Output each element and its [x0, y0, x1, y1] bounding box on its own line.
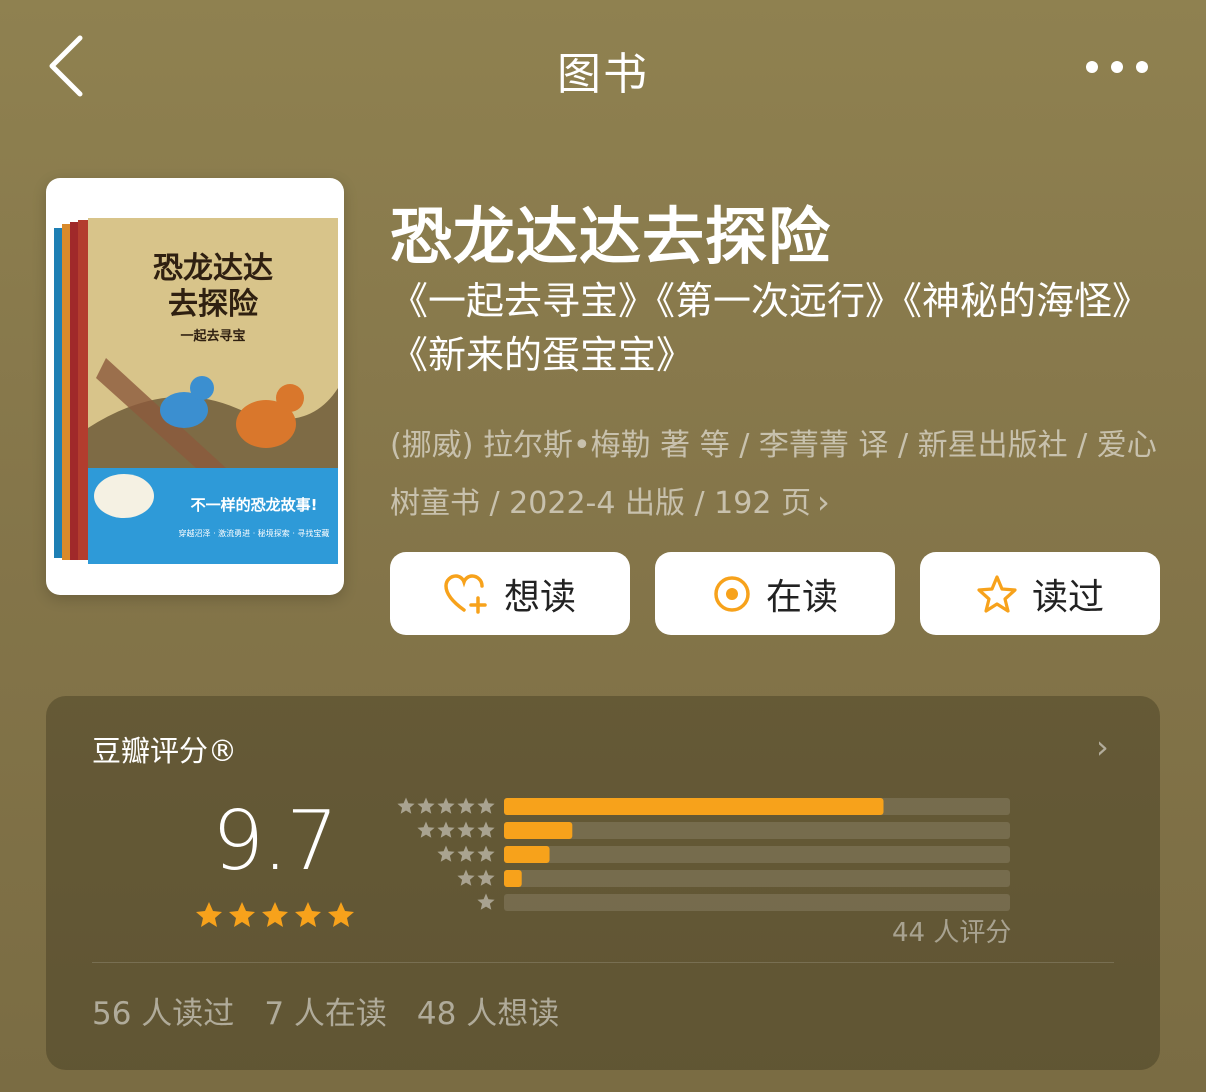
book-meta-text: (挪威) 拉尔斯•梅勒 著 等 / 李菁菁 译 / 新星出版社 / 爱心树童书 …	[390, 428, 1157, 521]
dist-bar-2-star	[504, 870, 522, 887]
reader-stats: 56 人读过 7 人在读 48 人想读	[92, 988, 559, 1033]
dist-star-icon	[437, 845, 455, 862]
nav-bar: 图书	[0, 0, 1206, 135]
page-title: 图书	[557, 49, 649, 100]
star-outline-icon	[977, 574, 1017, 613]
dist-star-icon	[437, 797, 455, 814]
cover-subtitle: 一起去寻宝	[180, 328, 245, 344]
have-read-button[interactable]: 读过	[920, 552, 1160, 635]
stat-reading: 7 人在读	[264, 996, 387, 1032]
stat-want: 48 人想读	[416, 996, 560, 1032]
book-cover[interactable]: 恐龙达达 去探险 一起去寻宝 不一样的恐龙故事! 穿越沼泽 · 激流勇进 · 秘…	[46, 178, 344, 595]
book-title: 恐龙达达去探险	[390, 200, 832, 273]
dist-bar-4-star	[504, 822, 573, 839]
reading-label: 在读	[765, 576, 838, 618]
want-to-read-label: 想读	[503, 576, 576, 618]
cover-title-line2: 去探险	[168, 287, 259, 322]
dist-star-icon	[457, 845, 475, 862]
dist-star-icon	[457, 869, 475, 886]
have-read-label: 读过	[1031, 576, 1104, 618]
dist-bar-track	[504, 870, 1010, 887]
dist-star-icon	[477, 845, 495, 862]
dist-star-icon	[417, 821, 435, 838]
dist-star-icon	[477, 821, 495, 838]
rating-count: 44 人评分	[892, 918, 1012, 948]
dist-star-icon	[477, 893, 495, 910]
dist-bar-5-star	[504, 798, 884, 815]
book-subtitle: 《一起去寻宝》《第一次远行》《神秘的海怪》《新来的蛋宝宝》	[390, 279, 1151, 377]
dist-bar-track	[504, 846, 1010, 863]
cover-tagline: 穿越沼泽 · 激流勇进 · 秘境探索 · 寻找宝藏	[179, 528, 330, 538]
dist-star-icon	[397, 797, 415, 814]
cover-banner: 不一样的恐龙故事!	[191, 496, 318, 514]
dist-star-icon	[457, 797, 475, 814]
reading-button[interactable]: 在读	[655, 552, 895, 635]
dist-bar-track	[504, 822, 1010, 839]
reading-target-icon	[714, 575, 750, 612]
dist-star-icon	[457, 821, 475, 838]
book-meta[interactable]: (挪威) 拉尔斯•梅勒 著 等 / 李菁菁 译 / 新星出版社 / 爱心树童书 …	[390, 418, 1180, 532]
dist-bar-track	[504, 894, 1010, 911]
dist-star-icon	[477, 869, 495, 886]
stat-read: 56 人读过	[92, 996, 235, 1032]
want-to-read-button[interactable]: 想读	[390, 552, 630, 635]
rating-card[interactable]: 豆瓣评分® › 9.7 44 人评分 56 人读过 7 人在读 48 人想读	[46, 696, 1160, 1070]
dist-star-icon	[417, 797, 435, 814]
cover-title-line1: 恐龙达达	[153, 251, 273, 286]
heart-plus-icon	[444, 573, 487, 614]
more-dots-icon	[1086, 61, 1148, 73]
more-button[interactable]	[1082, 56, 1152, 78]
chevron-right-icon: ›	[816, 483, 830, 521]
dist-bar-3-star	[504, 846, 550, 863]
divider	[92, 962, 1114, 963]
dist-star-icon	[437, 821, 455, 838]
dist-star-icon	[477, 797, 495, 814]
